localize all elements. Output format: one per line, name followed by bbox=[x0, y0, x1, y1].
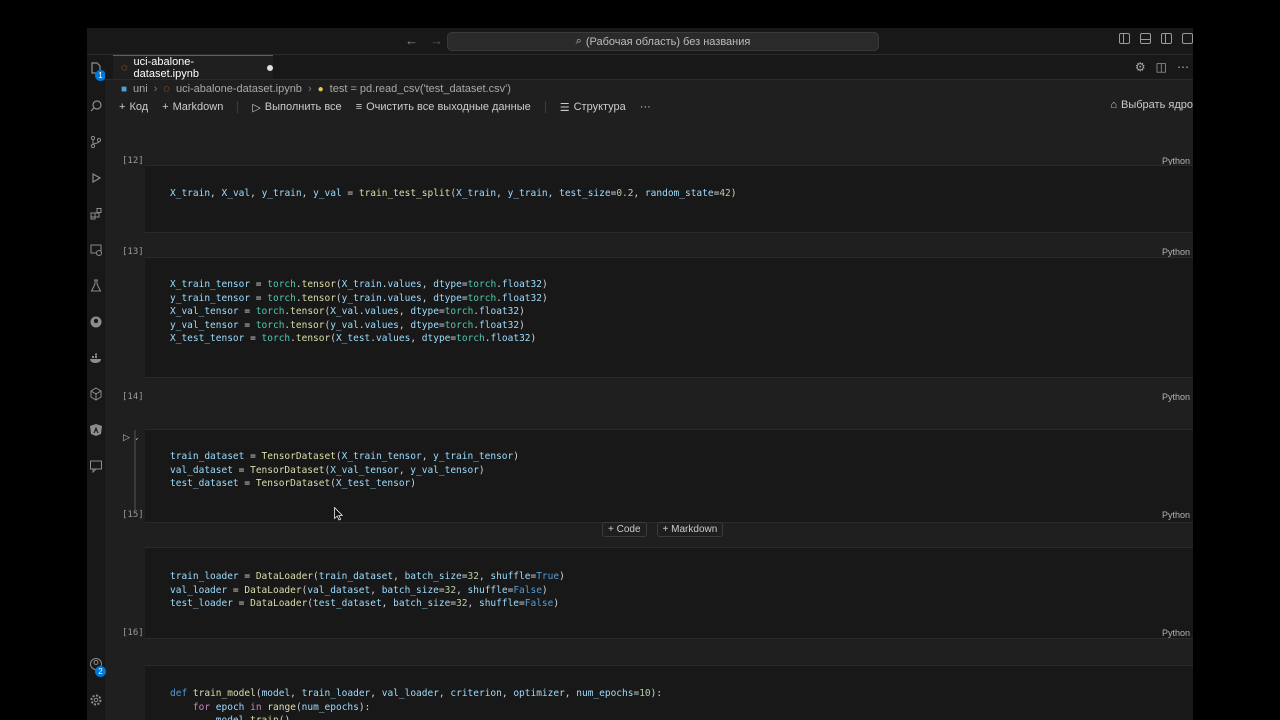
add-code-cell-button[interactable]: + Код bbox=[119, 101, 148, 113]
clear-outputs-button[interactable]: ≡ Очистить все выходные данные bbox=[356, 101, 531, 113]
command-center-search[interactable]: ⌕ (Рабочая область) без названия bbox=[447, 32, 879, 51]
plus-icon: + bbox=[119, 101, 126, 113]
more-label: ··· bbox=[639, 101, 651, 113]
cell-exec-count: [12] bbox=[122, 156, 144, 166]
toolbar-divider bbox=[237, 101, 239, 113]
code-cell[interactable]: X_train_tensor = torch.tensor(X_train.va… bbox=[145, 257, 1193, 378]
cell-exec-count: [15] bbox=[122, 510, 144, 520]
add-markdown-cell-button[interactable]: + Markdown bbox=[162, 101, 223, 113]
code-cell[interactable]: train_dataset = TensorDataset(X_train_te… bbox=[145, 429, 1193, 523]
cell-source[interactable]: train_dataset = TensorDataset(X_train_te… bbox=[170, 450, 519, 491]
add-markdown-label: Markdown bbox=[172, 101, 224, 113]
tab-notebook[interactable]: ◌ uci-abalone-dataset.ipynb bbox=[113, 55, 273, 80]
outline-button[interactable]: ☰ Структура bbox=[560, 101, 626, 114]
customize-layout-icon[interactable] bbox=[1182, 33, 1193, 44]
docker-icon[interactable] bbox=[87, 349, 105, 367]
notebook-icon: ◌ bbox=[121, 61, 128, 74]
cell-exec-count: [13] bbox=[122, 247, 144, 257]
search-icon[interactable] bbox=[87, 97, 105, 115]
breadcrumb: ■ uni › ◌ uci-abalone-dataset.ipynb › ● … bbox=[121, 81, 511, 97]
layout-controls bbox=[1119, 33, 1193, 44]
editor-actions: ⚙ ◫ ⋯ bbox=[1135, 60, 1189, 74]
explorer-icon[interactable]: 1 bbox=[87, 59, 106, 81]
outline-icon: ☰ bbox=[559, 101, 570, 114]
cell-focus-indicator bbox=[134, 430, 136, 510]
breadcrumb-folder[interactable]: uni bbox=[133, 83, 148, 95]
breadcrumb-cell[interactable]: test = pd.read_csv('test_dataset.csv') bbox=[330, 83, 511, 95]
plus-icon: + bbox=[608, 524, 614, 535]
notebook-toolbar: + Код + Markdown ▷ Выполнить все ≡ Очист… bbox=[119, 99, 1193, 115]
cell-source[interactable]: X_train, X_val, y_train, y_val = train_t… bbox=[170, 187, 737, 201]
breadcrumb-separator: › bbox=[153, 83, 158, 95]
more-actions-icon[interactable]: ⋯ bbox=[1177, 60, 1189, 74]
accounts-icon[interactable]: 2 bbox=[87, 655, 106, 677]
kernel-icon: ⌂ bbox=[1110, 99, 1118, 111]
search-text: (Рабочая область) без названия bbox=[585, 35, 751, 48]
title-bar: ← → ⌕ (Рабочая область) без названия bbox=[87, 28, 1193, 55]
insert-markdown-button[interactable]: + Markdown bbox=[656, 522, 724, 537]
run-cell-icon[interactable]: ▷ ⌄ bbox=[123, 432, 140, 443]
source-control-icon[interactable] bbox=[87, 133, 105, 151]
settings-gear-icon[interactable]: ⚙ bbox=[1135, 60, 1146, 74]
cell-source[interactable]: def train_model(model, train_loader, val… bbox=[170, 687, 662, 720]
cell-source[interactable]: train_loader = DataLoader(train_dataset,… bbox=[170, 570, 565, 611]
tab-bar: ◌ uci-abalone-dataset.ipynb ⚙ ◫ ⋯ bbox=[105, 55, 1193, 80]
cell-exec-count: [14] bbox=[122, 392, 144, 402]
run-all-icon: ▷ bbox=[252, 101, 261, 114]
tab-label: uci-abalone-dataset.ipynb bbox=[133, 55, 199, 80]
insert-code-label: Code bbox=[616, 524, 641, 535]
cell-language[interactable]: Python bbox=[1162, 247, 1190, 257]
split-editor-icon[interactable]: ◫ bbox=[1156, 60, 1167, 74]
insert-markdown-label: Markdown bbox=[671, 524, 718, 535]
plus-icon: + bbox=[162, 101, 169, 113]
search-icon: ⌕ bbox=[575, 35, 582, 47]
toggle-secondary-sidebar-icon[interactable] bbox=[1161, 33, 1172, 44]
angular-icon[interactable] bbox=[87, 421, 105, 439]
back-arrow-icon[interactable]: ← bbox=[405, 33, 418, 48]
clear-all-icon: ≡ bbox=[355, 101, 363, 113]
extensions-icon[interactable] bbox=[87, 205, 105, 223]
toggle-sidebar-icon[interactable] bbox=[1119, 33, 1130, 44]
manage-gear-icon[interactable] bbox=[87, 691, 105, 709]
toolbar-divider bbox=[544, 101, 546, 113]
nav-arrows: ← → bbox=[405, 33, 443, 48]
insert-cell-toolbar: + Code + Markdown bbox=[602, 522, 724, 537]
clear-outputs-label: Очистить все выходные данные bbox=[366, 101, 531, 113]
code-cell[interactable]: train_loader = DataLoader(train_dataset,… bbox=[145, 547, 1193, 639]
breadcrumb-separator: › bbox=[307, 83, 312, 95]
activity-bar: 1 2 bbox=[87, 55, 106, 720]
add-code-label: Код bbox=[129, 101, 149, 113]
editor-window: ← → ⌕ (Рабочая область) без названия 1 2… bbox=[87, 28, 1193, 720]
toggle-panel-icon[interactable] bbox=[1140, 33, 1151, 44]
breadcrumb-file[interactable]: uci-abalone-dataset.ipynb bbox=[176, 83, 302, 95]
cell-exec-count: [16] bbox=[122, 628, 144, 638]
outline-label: Структура bbox=[573, 101, 626, 113]
remote-explorer-icon[interactable] bbox=[87, 241, 105, 259]
notebook-icon: ◌ bbox=[163, 83, 170, 95]
python-icon: ● bbox=[317, 83, 324, 95]
comments-icon[interactable] bbox=[87, 457, 105, 475]
more-toolbar-button[interactable]: ··· bbox=[640, 101, 651, 113]
run-all-button[interactable]: ▷ Выполнить все bbox=[252, 101, 341, 114]
kernel-label: Выбрать ядро bbox=[1121, 99, 1193, 111]
select-kernel-button[interactable]: ⌂ Выбрать ядро bbox=[1110, 99, 1193, 111]
code-cell[interactable]: X_train, X_val, y_train, y_val = train_t… bbox=[145, 165, 1193, 233]
testing-icon[interactable] bbox=[87, 277, 105, 295]
cell-language[interactable]: Python bbox=[1162, 510, 1190, 520]
cell-language[interactable]: Python bbox=[1162, 628, 1190, 638]
run-all-label: Выполнить все bbox=[264, 101, 342, 113]
notebook-body: [12] Python X_train, X_val, y_train, y_v… bbox=[105, 116, 1193, 720]
forward-arrow-icon[interactable]: → bbox=[430, 33, 443, 48]
folder-icon: ■ bbox=[121, 83, 128, 95]
github-icon[interactable] bbox=[87, 313, 105, 331]
run-debug-icon[interactable] bbox=[87, 169, 105, 187]
unsaved-dot-icon[interactable] bbox=[267, 64, 273, 71]
cell-language[interactable]: Python bbox=[1162, 392, 1190, 402]
cell-source[interactable]: X_train_tensor = torch.tensor(X_train.va… bbox=[170, 278, 548, 346]
package-icon[interactable] bbox=[87, 385, 105, 403]
mouse-cursor-icon bbox=[334, 507, 343, 521]
insert-code-button[interactable]: + Code bbox=[602, 522, 647, 537]
code-cell[interactable]: def train_model(model, train_loader, val… bbox=[145, 665, 1193, 720]
plus-icon: + bbox=[662, 524, 669, 535]
